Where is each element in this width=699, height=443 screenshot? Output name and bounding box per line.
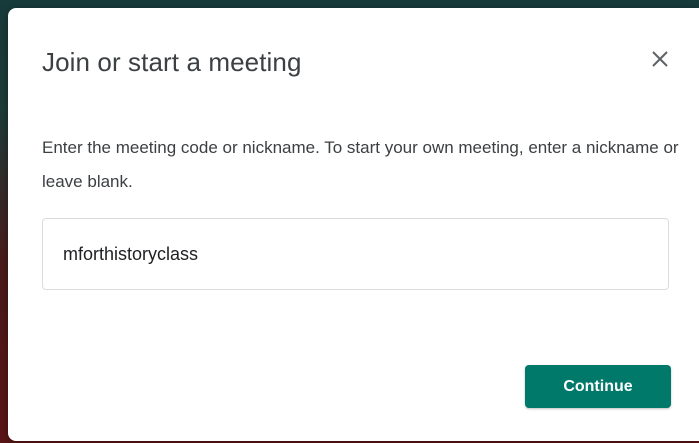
continue-button[interactable]: Continue	[525, 365, 671, 408]
dialog-description: Enter the meeting code or nickname. To s…	[42, 138, 679, 191]
close-icon	[652, 51, 668, 67]
meeting-code-input[interactable]	[42, 218, 669, 290]
close-button[interactable]	[642, 41, 678, 77]
join-meeting-dialog: Join or start a meeting Enter the meetin…	[8, 8, 699, 441]
dialog-title: Join or start a meeting	[42, 47, 302, 77]
